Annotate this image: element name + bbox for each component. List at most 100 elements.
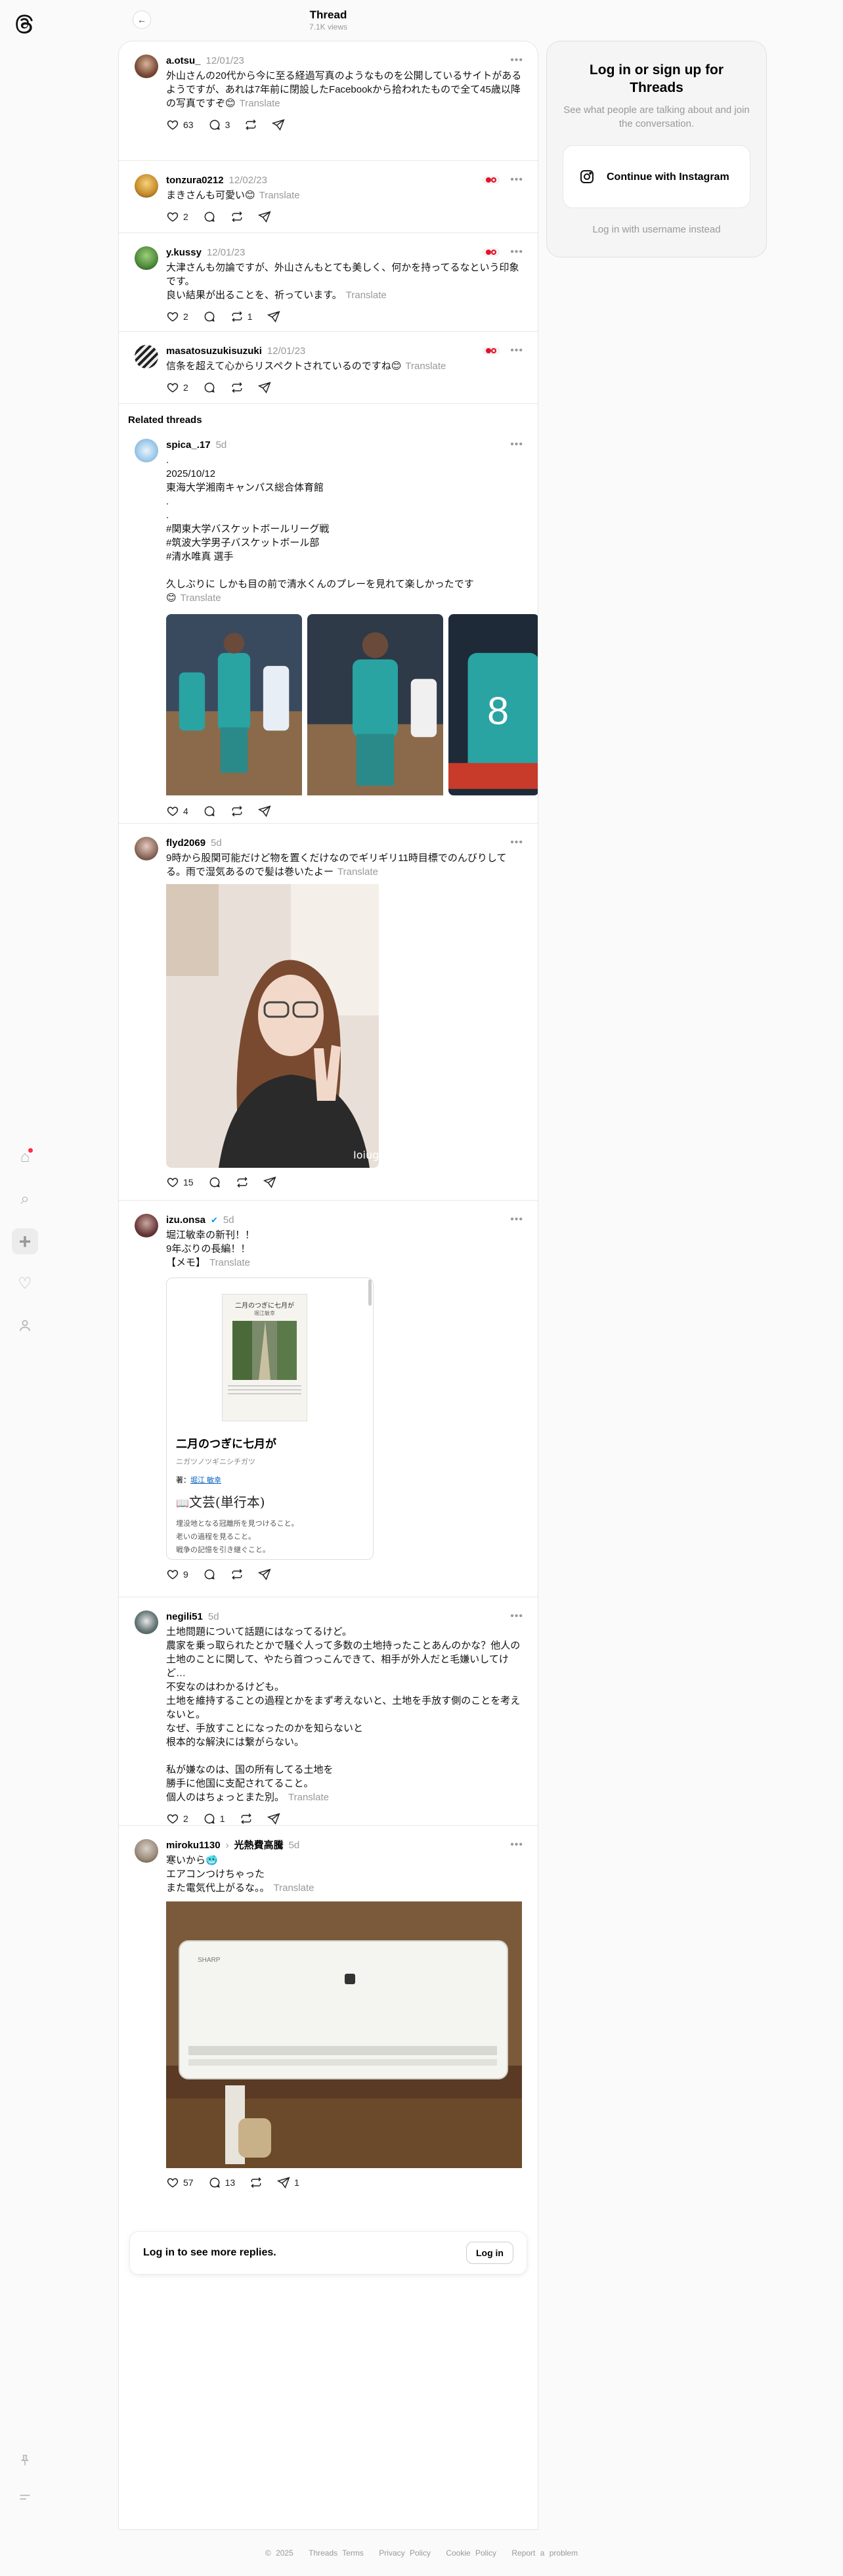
menu-icon[interactable] [12,2484,38,2510]
share-button[interactable] [257,805,271,818]
translate-link[interactable]: Translate [346,290,387,301]
footer-link[interactable]: Privacy Policy [379,2548,431,2558]
post-username[interactable]: a.otsu_ [166,55,201,68]
photo[interactable]: 8 [448,613,538,797]
share-button[interactable] [263,1176,276,1189]
reply-button[interactable]: 13 [208,2176,235,2189]
translate-link[interactable]: Translate [259,190,300,201]
share-button[interactable] [267,1812,280,1825]
photo[interactable]: SHARP [166,1901,522,2168]
share-button[interactable] [257,1568,271,1581]
threads-logo-icon[interactable] [11,9,39,38]
reply-button[interactable]: 1 [203,1812,225,1825]
post-username[interactable]: y.kussy [166,246,202,259]
repost-button[interactable] [249,2176,263,2189]
profile-icon[interactable] [12,1312,38,1339]
translate-link[interactable]: Translate [274,1882,314,1894]
footer-link[interactable]: Threads Terms [309,2548,364,2558]
post-date: 5d [288,1840,300,1851]
reply-button[interactable] [203,381,216,394]
post-username[interactable]: masatosuzukisuzuki [166,345,262,358]
pin-icon[interactable] [12,2447,38,2474]
post-username[interactable]: izu.onsa [166,1214,205,1227]
reply-button[interactable] [203,1568,216,1581]
avatar[interactable] [135,345,158,368]
reply-button[interactable] [203,210,216,223]
translate-link[interactable]: Translate [337,866,378,877]
like-button[interactable]: 9 [166,1568,188,1581]
translate-link[interactable]: Translate [288,1792,329,1803]
repost-button[interactable] [230,381,244,394]
translate-link[interactable]: Translate [240,98,280,109]
post-username[interactable]: tonzura0212 [166,174,224,187]
repost-button[interactable] [230,805,244,818]
heart-icon[interactable]: ♡ [12,1270,38,1297]
share-button[interactable] [267,310,280,323]
translate-link[interactable]: Translate [405,361,446,372]
more-icon[interactable]: ••• [510,439,523,451]
author-link[interactable]: 堀江 敏幸 [190,1477,221,1484]
topic-tag[interactable]: 光熱費高騰 [234,1839,284,1852]
repost-button[interactable] [240,1812,253,1825]
reply-button[interactable] [208,1176,221,1189]
username-login-link[interactable]: Log in with username instead [563,224,750,235]
photo[interactable]: Ioiug [166,884,379,1168]
share-button[interactable]: 1 [277,2176,299,2189]
translate-link[interactable]: Translate [181,592,221,604]
photo[interactable] [307,613,443,797]
repost-button[interactable]: 1 [230,310,253,323]
share-button[interactable] [272,118,285,131]
like-button[interactable]: 15 [166,1176,194,1189]
repost-button[interactable] [230,210,244,223]
avatar[interactable] [135,246,158,270]
footer-link[interactable]: Cookie Policy [446,2548,496,2558]
avatar[interactable] [135,55,158,78]
more-icon[interactable]: ••• [510,345,523,357]
translate-link[interactable]: Translate [209,1257,250,1268]
avatar[interactable] [135,1214,158,1237]
post-username[interactable]: flyd2069 [166,837,205,850]
repost-button[interactable] [230,1568,244,1581]
reply-button[interactable] [203,310,216,323]
back-arrow-icon[interactable]: ← [133,11,151,29]
post-username[interactable]: negili51 [166,1610,203,1624]
like-button[interactable]: 2 [166,310,188,323]
more-icon[interactable]: ••• [510,837,523,849]
repost-button[interactable] [236,1176,249,1189]
post-username[interactable]: spica_.17 [166,439,211,452]
like-button[interactable]: 57 [166,2176,194,2189]
photo-carousel[interactable]: 8 [166,613,538,797]
reply-button[interactable]: 3 [208,118,230,131]
share-button[interactable] [257,210,271,223]
avatar[interactable] [135,1610,158,1634]
like-button[interactable]: 2 [166,1812,188,1825]
create-icon[interactable]: + [12,1228,38,1255]
instagram-login-button[interactable]: Continue with Instagram [563,145,750,208]
more-icon[interactable]: ••• [510,55,523,66]
login-button[interactable]: Log in [466,2242,513,2264]
more-icon[interactable]: ••• [510,1839,523,1851]
book-card[interactable]: 二月のつぎに七月が 堀江敏幸 二月のつぎに七月が ニガツノツギニシチガツ 著：堀… [166,1277,374,1560]
more-icon[interactable]: ••• [510,174,523,186]
home-icon[interactable]: ⌂ [12,1144,38,1170]
share-button[interactable] [257,381,271,394]
like-button[interactable]: 2 [166,210,188,223]
scrollbar[interactable] [368,1279,372,1306]
more-icon[interactable]: ••• [510,246,523,258]
avatar[interactable] [135,174,158,198]
more-icon[interactable]: ••• [510,1214,523,1226]
post-date: 5d [215,439,227,451]
photo[interactable] [166,613,302,797]
post-username[interactable]: miroku1130 [166,1839,221,1852]
avatar[interactable] [135,439,158,462]
like-button[interactable]: 4 [166,805,188,818]
avatar[interactable] [135,837,158,860]
avatar[interactable] [135,1839,158,1863]
footer-link[interactable]: Report a problem [511,2548,578,2558]
like-button[interactable]: 63 [166,118,194,131]
more-icon[interactable]: ••• [510,1610,523,1622]
repost-button[interactable] [244,118,257,131]
search-icon[interactable]: ⌕ [12,1186,38,1212]
like-button[interactable]: 2 [166,381,188,394]
reply-button[interactable] [203,805,216,818]
